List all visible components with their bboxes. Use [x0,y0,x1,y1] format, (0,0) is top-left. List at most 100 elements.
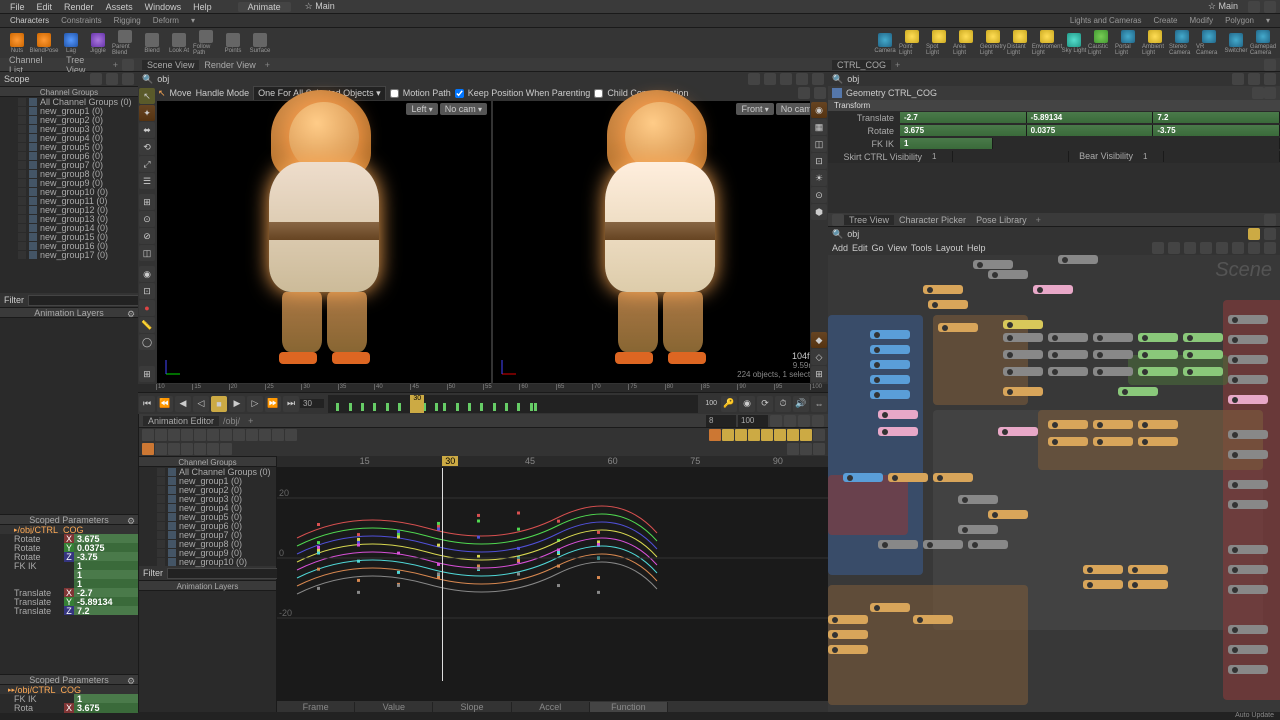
ae-tab-slope[interactable]: Slope [433,702,511,712]
shelf-tool-vr-camera[interactable]: VR Camera [1196,30,1222,56]
shelf-tab-create[interactable]: Create [1147,16,1183,25]
graph-node[interactable] [1058,255,1098,264]
ae-filter-input[interactable] [167,568,285,579]
graph-node[interactable] [928,300,968,309]
scale-tool[interactable]: ⤢ [139,156,155,172]
rotate-tool[interactable]: ⟲ [139,139,155,155]
ae-btn[interactable] [168,443,180,455]
graph-node[interactable] [1228,625,1268,634]
graph-node[interactable] [1128,580,1168,589]
node-view-icon[interactable] [1168,242,1180,254]
ae-tangent-btn[interactable] [787,429,799,441]
ae-btn[interactable] [272,429,284,441]
fkik-slider[interactable] [993,138,1280,149]
path-obj[interactable]: obj [847,229,859,239]
graph-node[interactable] [1138,350,1178,359]
ae-tab-accel[interactable]: Accel [512,702,590,712]
node-graph-view[interactable]: Scene [828,255,1280,712]
vp-opt-icon[interactable] [798,87,810,99]
skirt-vis-field[interactable]: 1 [928,151,953,162]
ae-btn[interactable] [142,429,154,441]
graph-node[interactable] [958,525,998,534]
node-view-icon[interactable] [1184,242,1196,254]
shelf-tool-blendpose[interactable]: BlendPose [31,30,57,56]
graph-node[interactable] [1048,420,1088,429]
shelf-tool-jiggle[interactable]: Jiggle [85,30,111,56]
gear-icon[interactable]: ⚙ [127,516,135,524]
shelf-tab-deform[interactable]: Deform [147,16,185,25]
node-menu-layout[interactable]: Layout [936,243,963,253]
vp-icon[interactable]: ☀ [811,170,827,186]
rotate-y-field[interactable]: 0.0375 [1027,125,1154,136]
ae-btn[interactable] [194,429,206,441]
shelf-tab-rigging[interactable]: Rigging [108,16,147,25]
shelf-tool-area-light[interactable]: Area Light [953,30,979,56]
panel-menu-icon[interactable] [1264,214,1276,226]
graph-node[interactable] [1138,367,1178,376]
menu-assets[interactable]: Assets [100,2,139,12]
graph-node[interactable] [1183,367,1223,376]
scoped-param-row[interactable]: RotaX3.675 [0,703,138,712]
menu-file[interactable]: File [4,2,31,12]
pose-tool[interactable]: ☰ [139,173,155,189]
graph-node[interactable] [828,630,868,639]
shelf-tab-modify[interactable]: Modify [1184,16,1220,25]
handle-tool[interactable]: ✦ [139,105,155,121]
vp-icon[interactable]: ⊞ [811,366,827,382]
graph-node[interactable] [1228,645,1268,654]
vp-icon[interactable]: ◇ [811,349,827,365]
translate-x-field[interactable]: -2.7 [900,112,1027,123]
shelf-tab-characters[interactable]: Characters [4,16,55,25]
shelf-tab-constraints[interactable]: Constraints [55,16,107,25]
auto-key-button[interactable]: ◉ [739,396,755,412]
realtime-button[interactable]: ⏱ [775,396,791,412]
add-tab-icon[interactable]: + [109,60,122,70]
ae-btn[interactable] [194,443,206,455]
node-menu-help[interactable]: Help [967,243,986,253]
snap-point-tool[interactable]: ⊙ [139,211,155,227]
filter-icon[interactable] [122,73,134,85]
lasso-tool[interactable]: ◯ [139,334,155,350]
keep-position-checkbox[interactable] [455,89,464,98]
graph-node[interactable] [1048,367,1088,376]
graph-node[interactable] [1048,333,1088,342]
vp-icon[interactable]: ▦ [811,119,827,135]
gear-icon[interactable] [1252,87,1264,99]
vp-icon[interactable]: ◫ [811,136,827,152]
graph-node[interactable] [870,360,910,369]
graph-node[interactable] [870,603,910,612]
graph-node[interactable] [1118,387,1158,396]
goto-start-button[interactable]: ⏮ [139,396,155,412]
graph-node[interactable] [1228,565,1268,574]
graph-node[interactable] [870,345,910,354]
graph-node[interactable] [1128,565,1168,574]
channel-group-item[interactable]: new_group17 (0) [0,250,138,259]
graph-node[interactable] [1183,350,1223,359]
graph-node[interactable] [828,645,868,654]
loop-button[interactable]: ⟳ [757,396,773,412]
nav-icon[interactable] [1248,73,1260,85]
shelf-tool-sky-light[interactable]: Sky Light [1061,30,1087,56]
menu-render[interactable]: Render [58,2,100,12]
graph-node[interactable] [1003,387,1043,396]
desktop-tab[interactable]: ☆ Main [299,1,341,12]
graph-node[interactable] [1228,545,1268,554]
stop-button[interactable]: ■ [211,396,227,412]
vp-nav-icon[interactable] [796,73,808,85]
ae-playhead[interactable] [442,468,443,681]
graph-node[interactable] [870,375,910,384]
ae-tangent-btn[interactable] [800,429,812,441]
node-view-icon[interactable] [1232,242,1244,254]
graph-node[interactable] [878,427,918,436]
motion-path-checkbox[interactable] [390,89,399,98]
shelf-tool-parent-blend[interactable]: Parent Blend [112,30,138,56]
ae-tangent-btn[interactable] [774,429,786,441]
no-cam-button[interactable]: No cam ▾ [440,103,487,115]
ae-btn[interactable] [787,443,799,455]
graph-node[interactable] [1093,367,1133,376]
snap-edge-tool[interactable]: ⊘ [139,228,155,244]
ae-tangent-btn[interactable] [709,429,721,441]
add-tab-icon[interactable]: + [891,60,904,70]
node-view-icon[interactable] [1200,242,1212,254]
graph-node[interactable] [1228,375,1268,384]
